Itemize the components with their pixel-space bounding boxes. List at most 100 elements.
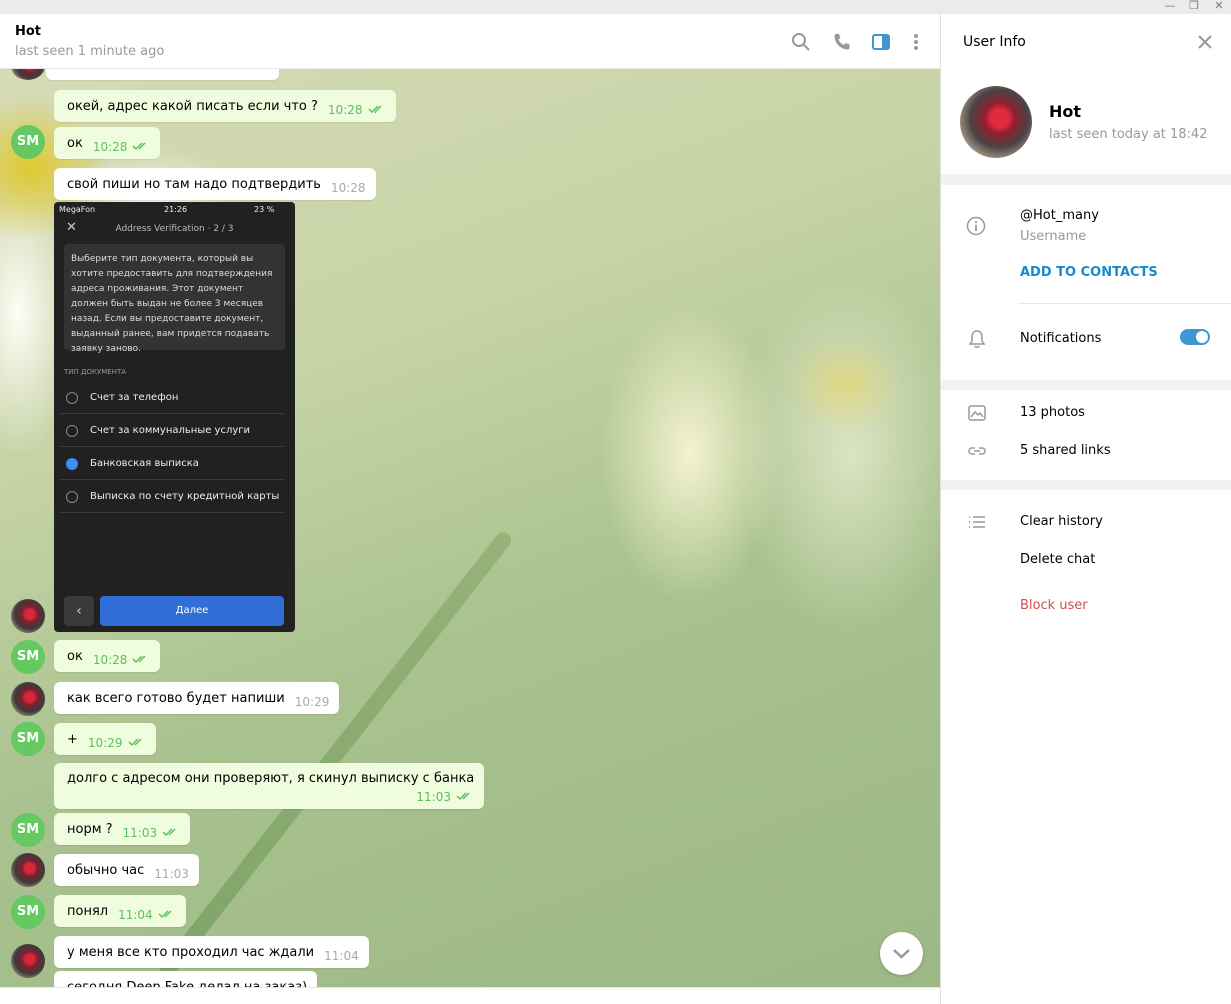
message-time: 11:04 — [324, 949, 359, 963]
contact-avatar[interactable] — [11, 682, 45, 716]
contact-avatar[interactable] — [11, 944, 45, 978]
phone-carrier: MegaFon — [59, 205, 96, 214]
more-menu-icon[interactable] — [906, 32, 926, 52]
list-icon — [969, 516, 985, 528]
message-time: 10:28 — [327, 103, 363, 117]
message-bubble[interactable]: ок 10:28 — [54, 127, 161, 159]
message-time: 11:03 — [122, 826, 158, 840]
message-bubble[interactable]: норм ? 11:03 — [54, 813, 191, 845]
option-label: Счет за телефон — [90, 392, 179, 403]
profile-name: Hot — [1049, 102, 1082, 121]
photos-link[interactable]: 13 photos — [1020, 405, 1085, 420]
telegram-window: — ❐ ✕ Hot last seen 1 minute ago окей, а… — [0, 0, 1231, 1004]
contact-avatar[interactable] — [11, 599, 45, 633]
profile-avatar[interactable] — [960, 86, 1032, 158]
add-to-contacts-button[interactable]: ADD TO CONTACTS — [1020, 265, 1158, 280]
message-text: ок — [67, 649, 83, 664]
message-time: 10:28 — [92, 653, 128, 667]
read-checkmarks-icon — [132, 142, 146, 151]
media-section: 13 photos 5 shared links — [941, 390, 1231, 480]
read-checkmarks-icon — [162, 828, 176, 837]
scroll-down-button[interactable] — [880, 932, 923, 975]
chat-area: Hot last seen 1 minute ago окей, адрес к… — [0, 14, 940, 1004]
contact-avatar[interactable] — [11, 853, 45, 887]
info-icon — [966, 216, 986, 236]
message-time: 10:29 — [87, 736, 123, 750]
close-icon[interactable] — [1195, 32, 1215, 52]
sender-avatar-sm[interactable]: SM — [11, 813, 45, 847]
chat-status: last seen 1 minute ago — [15, 44, 165, 59]
document-option: Выписка по счету кредитной карты — [59, 481, 284, 513]
read-checkmarks-icon — [127, 738, 142, 747]
chat-header[interactable]: Hot last seen 1 minute ago — [0, 14, 940, 69]
photo-icon — [968, 405, 986, 421]
message-text: окей, адрес какой писать если что ? — [67, 99, 318, 114]
bell-icon — [968, 330, 986, 348]
message-text: как всего готово будет напиши — [67, 691, 285, 706]
option-label: Счет за коммунальные услуги — [90, 425, 251, 436]
shared-links-link[interactable]: 5 shared links — [1020, 443, 1111, 458]
message-bubble[interactable]: +10:29 — [54, 723, 156, 755]
message-bubble[interactable]: как всего готово будет напиши 10:29 — [54, 682, 340, 714]
chevron-down-icon — [893, 949, 910, 959]
verification-title: Address Verification · 2 / 3 — [115, 224, 234, 234]
clear-history-button[interactable]: Clear history — [1020, 514, 1103, 529]
radio-empty-icon — [66, 491, 78, 503]
delete-chat-button[interactable]: Delete chat — [1020, 552, 1095, 567]
block-user-button[interactable]: Block user — [1020, 598, 1088, 613]
message-text: норм ? — [67, 822, 113, 837]
close-window-button[interactable]: ✕ — [1207, 0, 1231, 14]
message-bubble[interactable]: у меня все кто проходил час ждали 11:04 — [54, 936, 369, 968]
read-checkmarks-icon — [456, 792, 470, 801]
radio-checked-icon — [66, 458, 78, 470]
chat-title[interactable]: Hot — [15, 24, 41, 39]
maximize-button[interactable]: ❐ — [1182, 0, 1206, 14]
sender-avatar-sm[interactable]: SM — [11, 895, 45, 929]
notifications-toggle[interactable] — [1180, 329, 1210, 345]
actions-section: Clear history Delete chat Block user — [941, 490, 1231, 1004]
message-bubble[interactable]: свой пиши но там надо подтвердить 10:28 — [54, 168, 376, 200]
message-time: 11:03 — [416, 790, 451, 804]
message-bubble[interactable]: понял 11:04 — [54, 895, 186, 927]
sender-avatar-sm[interactable]: SM — [11, 640, 45, 674]
minimize-button[interactable]: — — [1158, 0, 1182, 14]
profile-section: User Info Hot last seen today at 18:42 — [941, 14, 1231, 174]
message-text: у меня все кто проходил час ждали — [67, 945, 315, 960]
read-checkmarks-icon — [367, 105, 382, 114]
username-value[interactable]: @Hot_many — [1020, 208, 1099, 223]
message-time: 11:04 — [118, 908, 153, 922]
document-option: Счет за коммунальные услуги — [59, 415, 284, 447]
user-info-panel: User Info Hot last seen today at 18:42 @… — [940, 14, 1231, 1004]
back-chevron-icon: ‹ — [64, 596, 94, 626]
sender-avatar-sm[interactable]: SM — [11, 125, 45, 159]
message-text: ок — [67, 136, 83, 151]
sidebar-toggle-icon[interactable] — [871, 32, 891, 52]
message-time: 10:29 — [294, 695, 330, 709]
phone-clock: 21:26 — [164, 205, 188, 214]
message-text: + — [67, 732, 78, 747]
option-label: Выписка по счету кредитной карты — [90, 491, 280, 502]
message-time: 10:28 — [92, 140, 128, 154]
message-bubble[interactable]: обычно час 11:03 — [54, 854, 199, 886]
message-text: понял — [67, 904, 109, 919]
username-label: Username — [1020, 229, 1087, 244]
message-bubble[interactable]: окей, адрес какой писать если что ? 10:28 — [54, 90, 396, 122]
sender-avatar-sm[interactable]: SM — [11, 722, 45, 756]
window-titlebar: — ❐ ✕ — [0, 0, 1231, 14]
panel-title: User Info — [963, 34, 1026, 50]
document-option: Счет за телефон — [59, 382, 284, 414]
option-label: Банковская выписка — [90, 458, 199, 469]
message-composer[interactable] — [0, 987, 940, 1004]
message-bubble[interactable]: долго с адресом они проверяют, я скинул … — [54, 763, 484, 809]
verification-description: Выберите тип документа, который вы хотит… — [64, 244, 285, 354]
document-type-label: ТИП ДОКУМЕНТА — [64, 368, 127, 376]
message-bubble[interactable]: ок 10:28 — [54, 640, 161, 672]
phone-call-icon[interactable] — [832, 32, 852, 52]
phone-battery: 23 % — [254, 205, 275, 214]
message-time: 10:28 — [330, 181, 366, 195]
photo-message-screenshot[interactable]: MegaFon 21:26 23 % ✕ Address Verificatio… — [54, 202, 295, 632]
profile-status: last seen today at 18:42 — [1049, 127, 1208, 142]
notifications-label: Notifications — [1020, 331, 1102, 346]
next-button: Далее — [100, 596, 284, 626]
search-icon[interactable] — [791, 32, 811, 52]
